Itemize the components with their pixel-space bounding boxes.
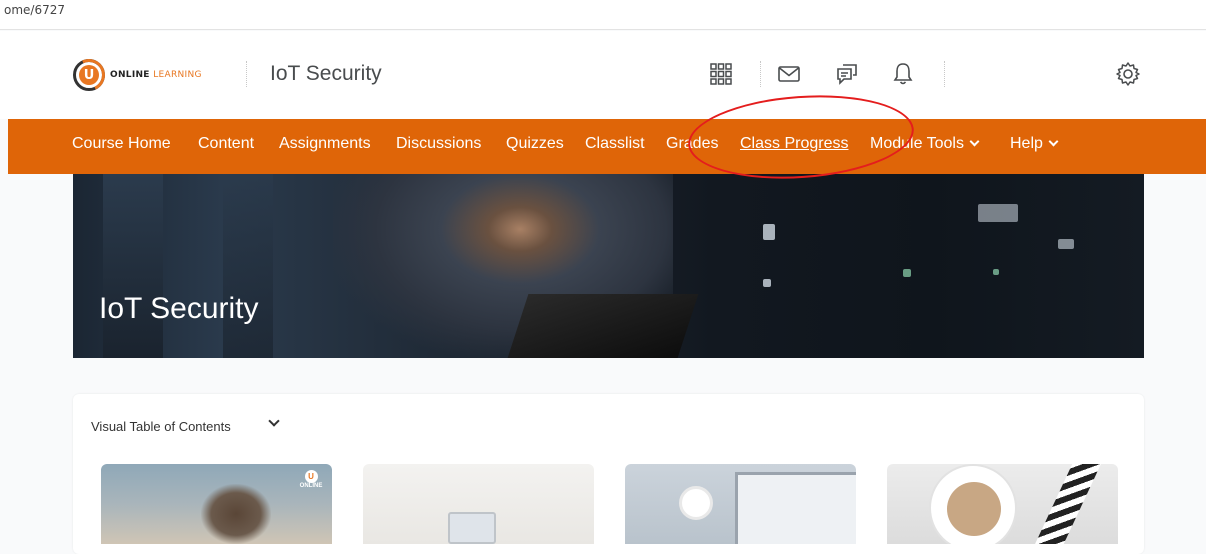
thumb-person bbox=[201, 484, 271, 544]
nav-quizzes[interactable]: Quizzes bbox=[506, 135, 564, 153]
banner-server-rack bbox=[103, 174, 163, 358]
vtoc-module-thumbnail[interactable] bbox=[363, 464, 594, 544]
logo-letter: U bbox=[79, 65, 99, 85]
bell-icon[interactable] bbox=[890, 61, 916, 87]
banner-laptop bbox=[507, 294, 699, 358]
thumb-logo-badge: U ONLINE bbox=[296, 470, 326, 492]
course-navbar: Course Home Content Assignments Discussi… bbox=[8, 119, 1206, 174]
apps-grid-icon[interactable] bbox=[708, 61, 734, 87]
banner-led bbox=[1058, 239, 1074, 249]
header-divider bbox=[760, 61, 761, 87]
chevron-down-icon bbox=[1048, 136, 1059, 147]
thumb-logo-text: ONLINE bbox=[299, 483, 323, 489]
chevron-down-icon bbox=[969, 136, 980, 147]
vtoc-module-thumbnail[interactable]: U ONLINE bbox=[101, 464, 332, 544]
browser-url-bar[interactable]: ome/6727 bbox=[0, 0, 1206, 30]
nav-classlist[interactable]: Classlist bbox=[585, 135, 645, 153]
banner-led bbox=[978, 204, 1018, 222]
banner-led bbox=[763, 279, 771, 287]
vtoc-module-thumbnail[interactable] bbox=[625, 464, 856, 544]
nav-discussions[interactable]: Discussions bbox=[396, 135, 481, 153]
course-banner-image: IoT Security bbox=[73, 174, 1144, 358]
nav-course-home[interactable]: Course Home bbox=[72, 135, 171, 153]
nav-module-tools-label: Module Tools bbox=[870, 135, 964, 152]
thumb-tablet bbox=[448, 512, 496, 544]
banner-led bbox=[993, 269, 999, 275]
url-text: ome/6727 bbox=[4, 3, 65, 17]
thumb-coffee bbox=[947, 482, 1001, 536]
mail-icon[interactable] bbox=[776, 61, 802, 87]
thumb-cup bbox=[679, 486, 713, 520]
banner-title: IoT Security bbox=[99, 292, 259, 325]
site-logo[interactable]: U ONLINE LEARNING bbox=[73, 59, 202, 91]
banner-led bbox=[903, 269, 911, 277]
top-header: U ONLINE LEARNING IoT Security bbox=[0, 31, 1206, 119]
nav-content[interactable]: Content bbox=[198, 135, 254, 153]
vtoc-heading[interactable]: Visual Table of Contents bbox=[91, 419, 231, 434]
thumb-striped-object bbox=[1035, 464, 1101, 544]
thumb-laptop bbox=[735, 472, 856, 544]
chevron-down-icon[interactable] bbox=[268, 415, 280, 427]
nav-grades[interactable]: Grades bbox=[666, 135, 718, 153]
banner-led bbox=[763, 224, 775, 240]
logo-text: ONLINE LEARNING bbox=[110, 70, 202, 80]
logo-text-online: ONLINE bbox=[110, 70, 150, 80]
logo-ring-icon: U bbox=[73, 59, 105, 91]
chat-icon[interactable] bbox=[834, 61, 860, 87]
visual-toc-card: Visual Table of Contents U ONLINE bbox=[73, 394, 1144, 554]
thumb-logo-letter: U bbox=[304, 470, 318, 483]
gear-icon[interactable] bbox=[1115, 61, 1141, 87]
nav-module-tools[interactable]: Module Tools bbox=[870, 135, 980, 153]
header-divider bbox=[246, 61, 247, 87]
nav-help[interactable]: Help bbox=[1010, 135, 1059, 153]
banner-server-rack bbox=[223, 174, 273, 358]
header-divider bbox=[944, 61, 945, 87]
nav-help-label: Help bbox=[1010, 135, 1043, 152]
logo-text-learning: LEARNING bbox=[153, 70, 202, 80]
course-title-link[interactable]: IoT Security bbox=[270, 62, 382, 86]
nav-class-progress[interactable]: Class Progress bbox=[740, 135, 848, 153]
vtoc-module-thumbnail[interactable] bbox=[887, 464, 1118, 544]
nav-assignments[interactable]: Assignments bbox=[279, 135, 371, 153]
